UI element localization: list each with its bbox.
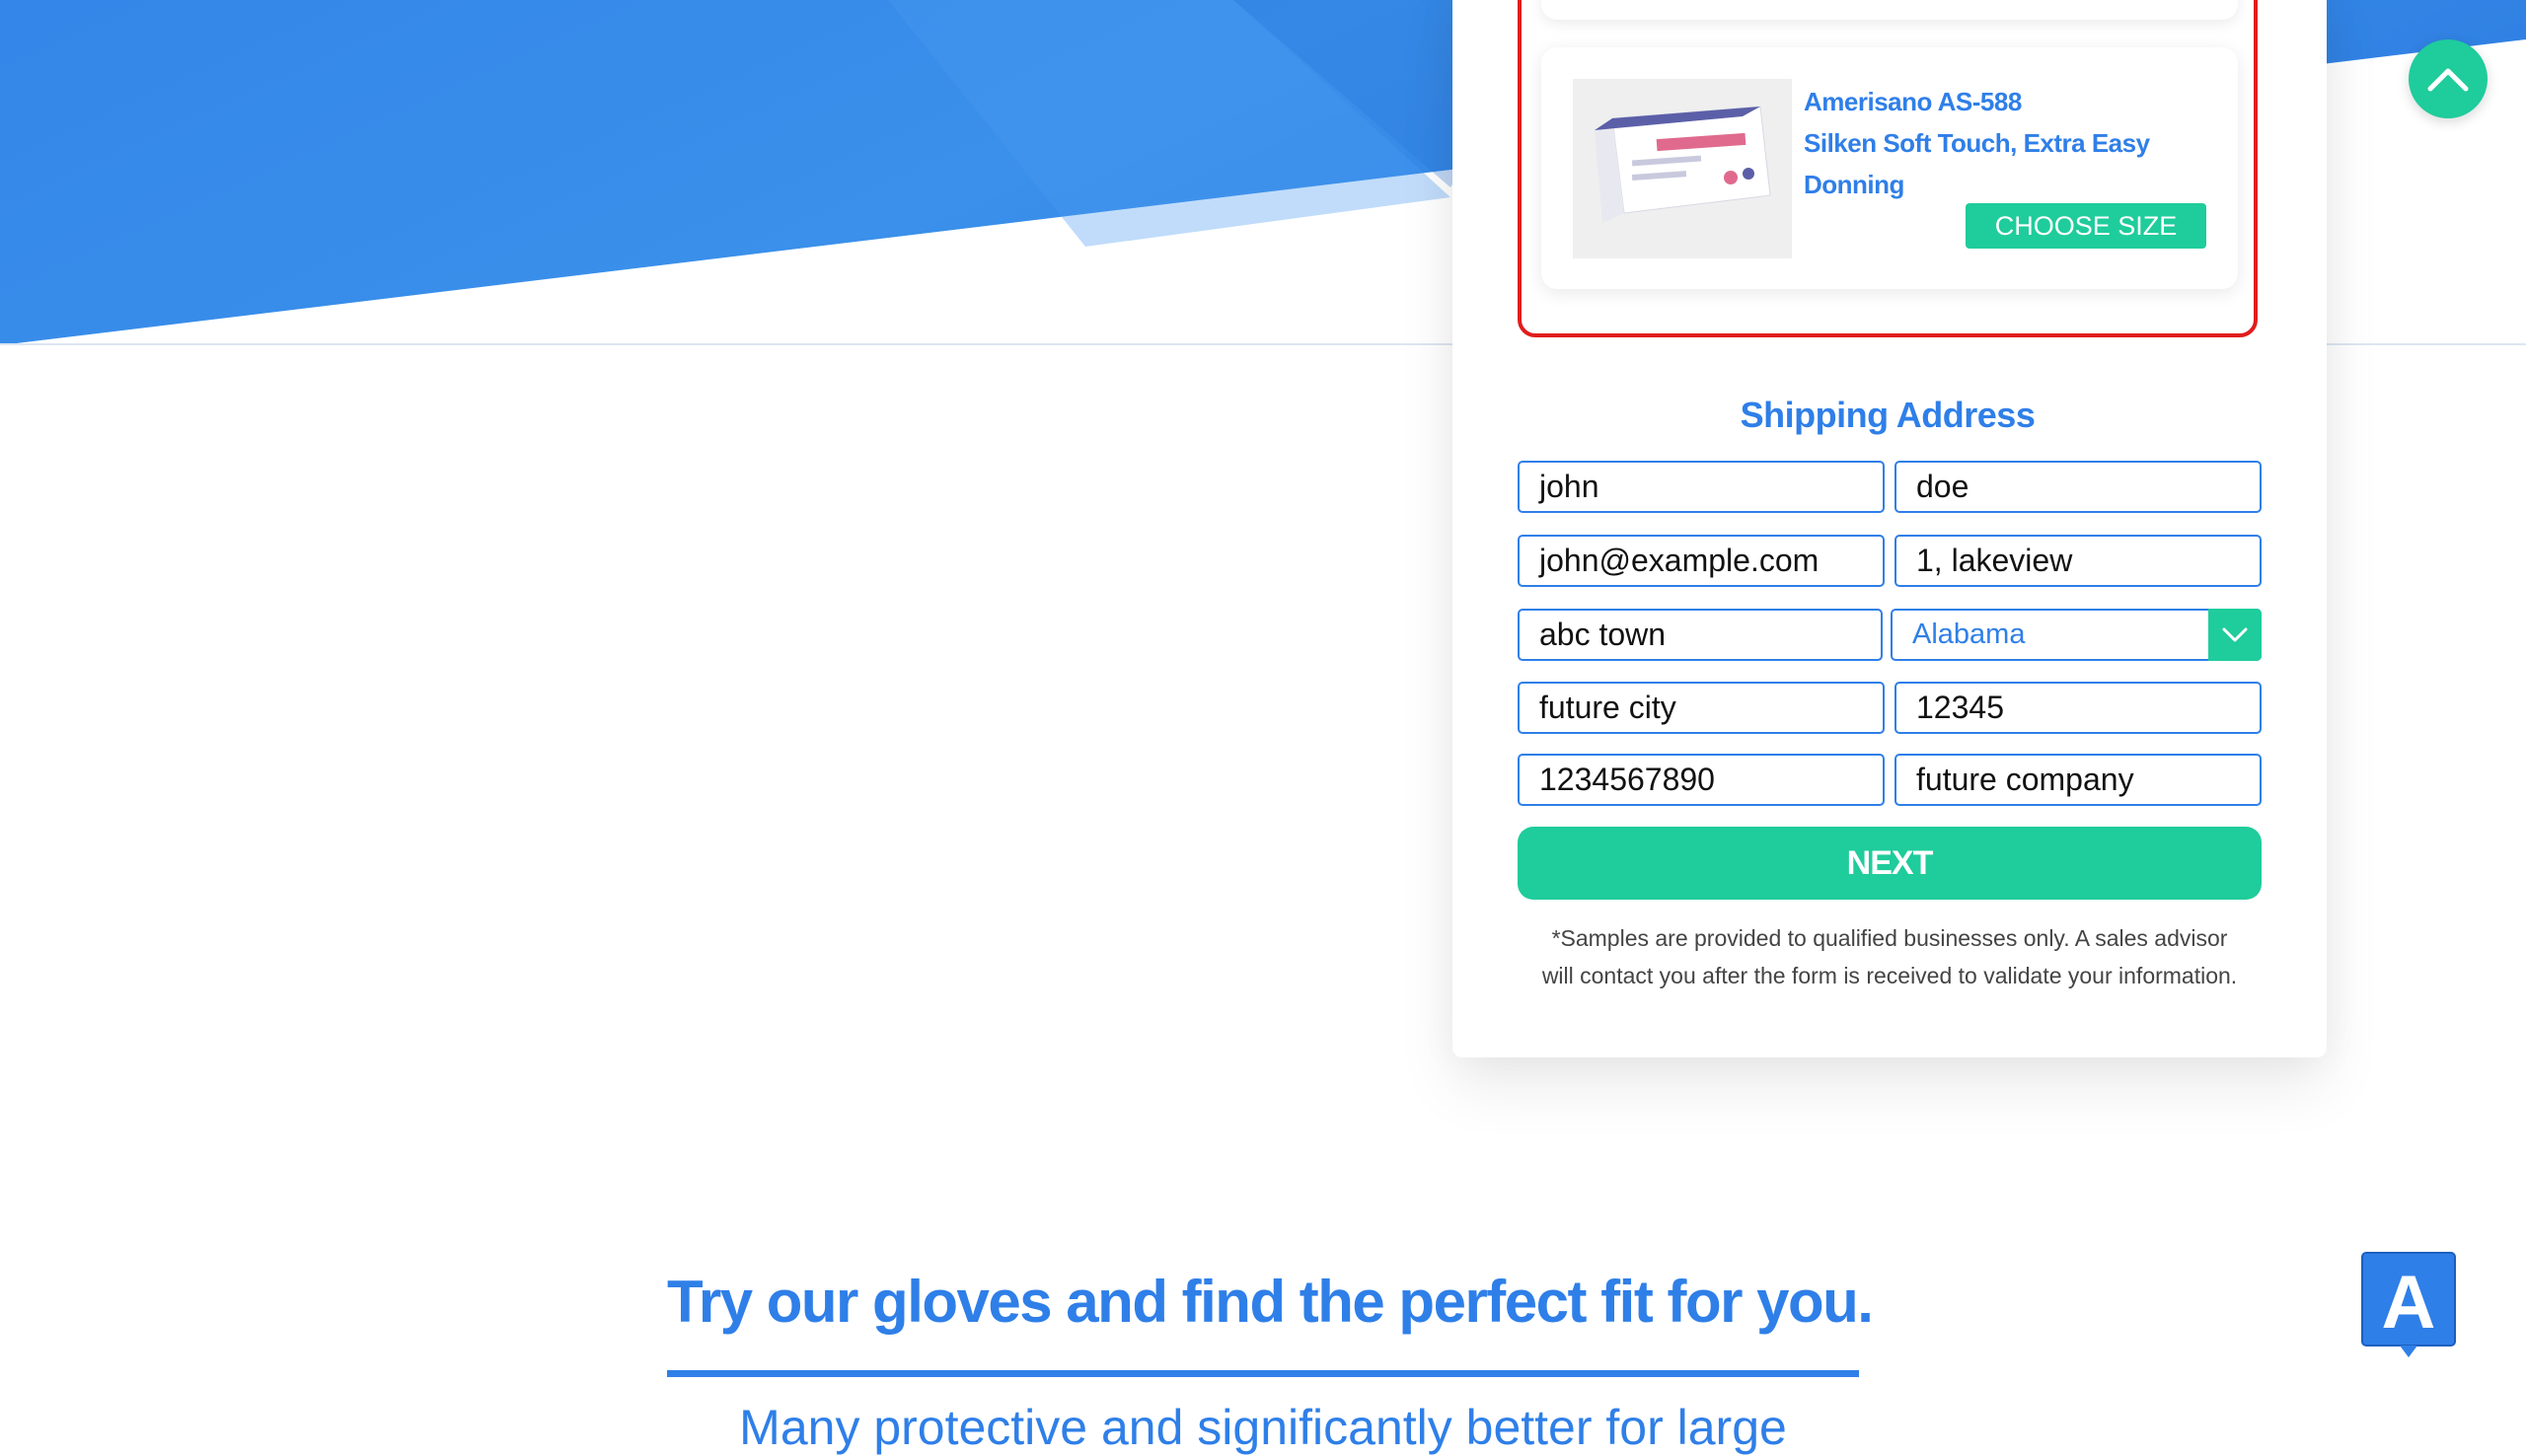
choose-size-button[interactable]: CHOOSE SIZE (1966, 203, 2206, 249)
first-name-field[interactable]: john (1518, 461, 1885, 513)
accessibility-label: A (2382, 1261, 2436, 1345)
state-select-value: Alabama (1912, 619, 2026, 650)
disclaimer-line2: will contact you after the form is recei… (1541, 963, 2238, 988)
product-name-line2: Silken Soft Touch, Extra Easy (1804, 128, 2150, 158)
email-field[interactable]: john@example.com (1518, 535, 1885, 587)
heading-underline (667, 1370, 1859, 1377)
town-field[interactable]: abc town (1518, 609, 1883, 661)
section-subheading: Many protective and significantly better… (739, 1400, 1787, 1455)
shipping-address-title: Shipping Address (1740, 395, 2036, 435)
chevron-down-icon[interactable] (2208, 609, 2262, 661)
chevron-up-icon (2427, 68, 2469, 92)
phone-field[interactable]: 1234567890 (1518, 754, 1885, 806)
product-name-line1: Amerisano AS-588 (1804, 87, 2022, 116)
address-field[interactable]: 1, lakeview (1894, 535, 2262, 587)
last-name-field[interactable]: doe (1894, 461, 2262, 513)
section-heading: Try our gloves and find the perfect fit … (667, 1269, 1874, 1335)
next-button[interactable]: NEXT (1518, 827, 2262, 900)
previous-product-card[interactable] (1541, 0, 2238, 20)
zip-field[interactable]: 12345 (1894, 682, 2262, 734)
scroll-to-top-button[interactable] (2409, 39, 2488, 118)
accessibility-icon: A (2361, 1252, 2456, 1357)
state-select[interactable]: Alabama (1891, 609, 2262, 661)
accessibility-widget-button[interactable]: A (2360, 1251, 2457, 1357)
product-name-line3: Donning (1804, 170, 1904, 199)
disclaimer-text: *Samples are provided to qualified busin… (1510, 919, 2269, 994)
product-image (1573, 79, 1792, 258)
company-field[interactable]: future company (1894, 754, 2262, 806)
product-title: Amerisano AS-588 Silken Soft Touch, Extr… (1804, 81, 2218, 205)
city-field[interactable]: future city (1518, 682, 1885, 734)
disclaimer-line1: *Samples are provided to qualified busin… (1551, 925, 2228, 951)
